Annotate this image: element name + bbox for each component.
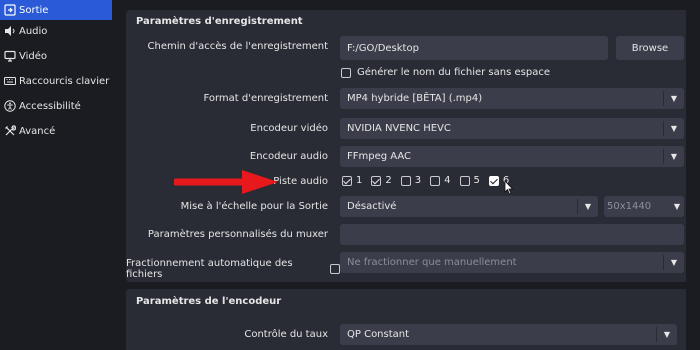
sidebar-item-label: Accessibilité (19, 100, 81, 112)
custom-muxer-input[interactable] (340, 224, 684, 245)
video-encoder-value: NVIDIA NVENC HEVC (347, 123, 451, 134)
recording-settings-group: Paramètres d'enregistrement Chemin d'acc… (126, 10, 692, 282)
audio-encoder-value: FFmpeg AAC (347, 151, 412, 162)
recording-path-label: Chemin d'accès de l'enregistrement (147, 41, 328, 52)
audio-track-2-checkbox[interactable] (371, 175, 382, 186)
audio-track-3-label: 3 (414, 175, 422, 186)
sidebar-item-label: Avancé (19, 125, 56, 137)
browse-button[interactable]: Browse (616, 36, 684, 60)
rescale-output-select[interactable]: Désactivé ▼ (340, 196, 598, 217)
auto-split-select[interactable]: Ne fractionner que manuellement ▼ (340, 252, 684, 273)
recording-path-value: F:/GO/Desktop (347, 42, 419, 54)
encoder-settings-group: Paramètres de l'encodeur Contrôle du tau… (126, 289, 692, 350)
sidebar-item-label: Raccourcis clavier (19, 75, 110, 87)
audio-encoder-select[interactable]: FFmpeg AAC ▼ (340, 146, 684, 167)
mouse-cursor-icon (504, 180, 514, 195)
audio-track-4-label: 4 (444, 175, 451, 186)
chevron-down-icon: ▼ (673, 202, 681, 211)
output-icon (3, 4, 16, 17)
audio-track-2-label: 2 (385, 175, 392, 186)
recording-format-select[interactable]: MP4 hybride [BÊTA] (.mp4) ▼ (340, 88, 684, 109)
audio-track-options: 1 2 3 4 5 6 (342, 175, 518, 186)
keyboard-icon (3, 75, 16, 88)
audio-encoder-label: Encodeur audio (249, 151, 328, 162)
recording-group-title: Paramètres d'enregistrement (136, 16, 303, 27)
sidebar-item-label: Audio (19, 25, 48, 37)
tools-icon (3, 125, 16, 138)
chevron-down-icon: ▼ (670, 152, 678, 161)
chevron-down-icon: ▼ (670, 94, 678, 103)
audio-track-1-checkbox[interactable] (342, 175, 352, 186)
sidebar-item-advanced[interactable]: Avancé (0, 120, 112, 142)
rescale-resolution-value: 50x1440 (607, 201, 652, 212)
no-space-filename-label: Générer le nom du fichier sans espace (357, 67, 550, 78)
auto-split-value: Ne fractionner que manuellement (347, 257, 517, 268)
auto-split-option: Fractionnement automatique des fichiers (126, 258, 340, 280)
custom-muxer-label: Paramètres personnalisés du muxer (147, 229, 328, 240)
accessibility-icon (3, 100, 16, 113)
audio-track-5-label: 5 (473, 175, 480, 186)
audio-track-4-checkbox[interactable] (430, 175, 441, 186)
speaker-icon (3, 25, 16, 38)
rescale-resolution-select[interactable]: 50x1440 ▼ (604, 196, 684, 217)
chevron-down-icon: ▼ (670, 124, 678, 133)
rescale-output-label: Mise à l'échelle pour la Sortie (180, 201, 328, 212)
recording-path-input[interactable]: F:/GO/Desktop (340, 36, 608, 60)
settings-sidebar: Sortie Audio Vidéo Raccourcis clavier Ac… (0, 0, 112, 350)
recording-format-label: Format d'enregistrement (203, 93, 328, 104)
chevron-down-icon: ▼ (670, 258, 678, 267)
no-space-filename-option[interactable]: Générer le nom du fichier sans espace (341, 67, 550, 78)
rate-control-value: QP Constant (347, 329, 410, 340)
audio-track-6-checkbox[interactable] (488, 175, 499, 186)
video-encoder-label: Encodeur vidéo (250, 123, 328, 134)
rescale-output-value: Désactivé (347, 201, 397, 212)
video-encoder-select[interactable]: NVIDIA NVENC HEVC ▼ (340, 118, 684, 139)
chevron-down-icon: ▼ (584, 202, 592, 211)
auto-split-label: Fractionnement automatique des fichiers (126, 258, 293, 280)
annotation-arrow (174, 170, 278, 194)
no-space-filename-checkbox[interactable] (341, 67, 351, 78)
encoder-group-title: Paramètres de l'encodeur (136, 296, 282, 307)
audio-track-3-checkbox[interactable] (400, 175, 411, 186)
rate-control-label: Contrôle du taux (244, 329, 328, 340)
sidebar-item-label: Sortie (19, 4, 49, 16)
sidebar-item-audio[interactable]: Audio (0, 20, 112, 42)
auto-split-checkbox[interactable] (330, 264, 340, 274)
sidebar-item-hotkeys[interactable]: Raccourcis clavier (0, 70, 112, 92)
recording-format-value: MP4 hybride [BÊTA] (.mp4) (347, 93, 483, 104)
sidebar-item-label: Vidéo (19, 50, 48, 62)
scrollbar[interactable] (686, 0, 700, 350)
audio-track-1-label: 1 (356, 175, 363, 186)
sidebar-item-accessibility[interactable]: Accessibilité (0, 95, 112, 117)
sidebar-item-video[interactable]: Vidéo (0, 45, 112, 67)
sidebar-item-sortie[interactable]: Sortie (0, 0, 112, 20)
audio-track-5-checkbox[interactable] (459, 175, 470, 186)
monitor-icon (3, 50, 16, 63)
rate-control-select[interactable]: QP Constant ▼ (340, 324, 677, 345)
chevron-down-icon: ▼ (663, 330, 671, 339)
